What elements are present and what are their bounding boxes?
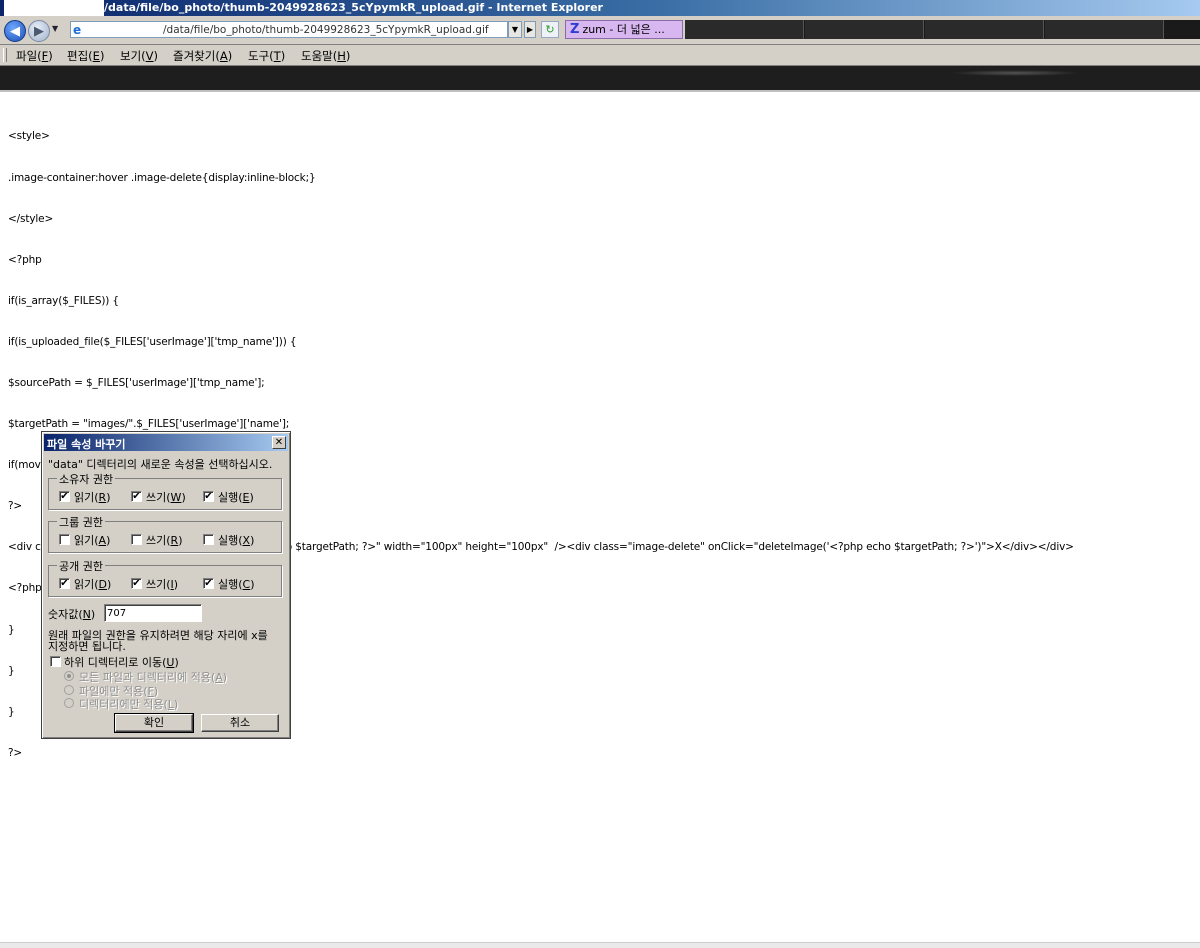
dialog-title: 파일 속성 바꾸기: [47, 438, 126, 451]
hint-text-line2: 지정하면 됩니다.: [48, 640, 126, 653]
menu-help[interactable]: 도움말(H): [301, 48, 350, 64]
code-line: if(is_array($_FILES)) {: [8, 294, 119, 307]
apply-files-radio[interactable]: [64, 685, 74, 695]
navigation-bar: ◀ ▶ ▼ e /data/file/bo_photo/thumb-204992…: [0, 16, 1200, 45]
code-line: $sourcePath = $_FILES['userImage']['tmp_…: [8, 376, 265, 389]
refresh-icon[interactable]: ↻: [541, 21, 559, 38]
numeric-value-input[interactable]: [104, 604, 202, 622]
zum-logo-icon: Z: [570, 22, 580, 37]
public-permissions-group: 공개 권한 ✔ 읽기(D) ✔ 쓰기(I) ✔ 실행(C): [48, 558, 282, 597]
tab-blank-1[interactable]: [685, 20, 804, 39]
menu-edit[interactable]: 편집(E): [67, 48, 104, 64]
public-read-label[interactable]: 읽기(D): [74, 576, 111, 592]
recurse-subdirs-checkbox[interactable]: [50, 656, 61, 667]
owner-execute-label[interactable]: 실행(E): [218, 489, 254, 505]
menu-view[interactable]: 보기(V): [120, 48, 158, 64]
redacted-area: [4, 0, 104, 16]
public-write-checkbox[interactable]: ✔: [131, 578, 142, 589]
ok-button[interactable]: 확인: [114, 713, 194, 733]
dialog-titlebar[interactable]: 파일 속성 바꾸기 ✕: [44, 434, 288, 451]
code-line: </style>: [8, 212, 54, 225]
address-go-icon[interactable]: ▶: [524, 21, 536, 38]
address-bar[interactable]: e /data/file/bo_photo/thumb-2049928623_5…: [70, 21, 508, 38]
code-line: if(is_uploaded_file($_FILES['userImage']…: [8, 335, 297, 348]
forward-arrow-icon[interactable]: ▶: [28, 20, 50, 42]
menu-file[interactable]: 파일(F): [16, 48, 53, 64]
code-line: ?>: [8, 746, 23, 759]
cancel-button[interactable]: 취소: [201, 714, 279, 732]
band-decoration: [950, 70, 1080, 76]
tab-blank-2[interactable]: [805, 20, 924, 39]
tab-blank-4[interactable]: [1045, 20, 1164, 39]
recurse-subdirs-label[interactable]: 하위 디렉터리로 이동(U): [64, 654, 179, 670]
instruction-text: "data" 디렉터리의 새로운 속성을 선택하십시오.: [48, 458, 273, 471]
public-execute-checkbox[interactable]: ✔: [203, 578, 214, 589]
window-titlebar: /data/file/bo_photo/thumb-2049928623_5cY…: [0, 0, 1200, 16]
numeric-value-label: 숫자값(N): [48, 608, 96, 621]
tab-blank-3[interactable]: [925, 20, 1044, 39]
group-label: 소유자 권한: [57, 471, 116, 487]
tab-zum[interactable]: Zzum - 더 넓은 ...: [565, 20, 683, 39]
status-strip: [0, 942, 1200, 948]
group-execute-checkbox[interactable]: [203, 534, 214, 545]
owner-execute-checkbox[interactable]: ✔: [203, 491, 214, 502]
menu-grip: [3, 48, 7, 62]
apply-dirs-radio[interactable]: [64, 698, 74, 708]
code-line: $targetPath = "images/".$_FILES['userIma…: [8, 418, 290, 431]
public-execute-label[interactable]: 실행(C): [218, 576, 255, 592]
tab-strip: [685, 20, 1200, 39]
change-attributes-dialog: 파일 속성 바꾸기 ✕ "data" 디렉터리의 새로운 속성을 선택하십시오.…: [41, 431, 291, 739]
owner-read-checkbox[interactable]: ✔: [59, 491, 70, 502]
address-dropdown-icon[interactable]: ▼: [508, 21, 522, 38]
public-write-label[interactable]: 쓰기(I): [146, 576, 178, 592]
owner-read-label[interactable]: 읽기(R): [74, 489, 111, 505]
code-line: .image-container:hover .image-delete{dis…: [8, 171, 316, 184]
menu-tools[interactable]: 도구(T): [248, 48, 285, 64]
code-line: <style>: [8, 130, 50, 143]
group-execute-label[interactable]: 실행(X): [218, 532, 254, 548]
window-title: /data/file/bo_photo/thumb-2049928623_5cY…: [104, 1, 603, 14]
tab-zum-label: zum - 더 넓은 ...: [582, 23, 665, 36]
recent-pages-dropdown-icon[interactable]: ▼: [52, 24, 58, 33]
owner-write-label[interactable]: 쓰기(W): [146, 489, 186, 505]
owner-write-checkbox[interactable]: ✔: [131, 491, 142, 502]
group-label: 공개 권한: [57, 558, 105, 574]
code-line: <?php: [8, 253, 42, 266]
group-write-checkbox[interactable]: [131, 534, 142, 545]
apply-dirs-label[interactable]: 디렉터리에만 적용(L): [79, 696, 178, 712]
public-read-checkbox[interactable]: ✔: [59, 578, 70, 589]
group-read-checkbox[interactable]: [59, 534, 70, 545]
apply-all-radio[interactable]: [64, 671, 74, 681]
back-arrow-icon[interactable]: ◀: [4, 20, 26, 42]
owner-permissions-group: 소유자 권한 ✔ 읽기(R) ✔ 쓰기(W) ✔ 실행(E): [48, 471, 282, 510]
menu-bar: 파일(F) 편집(E) 보기(V) 즐겨찾기(A) 도구(T) 도움말(H): [0, 45, 1200, 66]
group-read-label[interactable]: 읽기(A): [74, 532, 110, 548]
toolbar-band: [0, 66, 1200, 92]
page-icon: e: [73, 23, 82, 37]
group-permissions-group: 그룹 권한 읽기(A) 쓰기(R) 실행(X): [48, 514, 282, 553]
menu-favorites[interactable]: 즐겨찾기(A): [173, 48, 232, 64]
close-icon[interactable]: ✕: [272, 436, 286, 449]
group-write-label[interactable]: 쓰기(R): [146, 532, 183, 548]
address-text[interactable]: /data/file/bo_photo/thumb-2049928623_5cY…: [163, 24, 489, 36]
group-label: 그룹 권한: [57, 514, 105, 530]
